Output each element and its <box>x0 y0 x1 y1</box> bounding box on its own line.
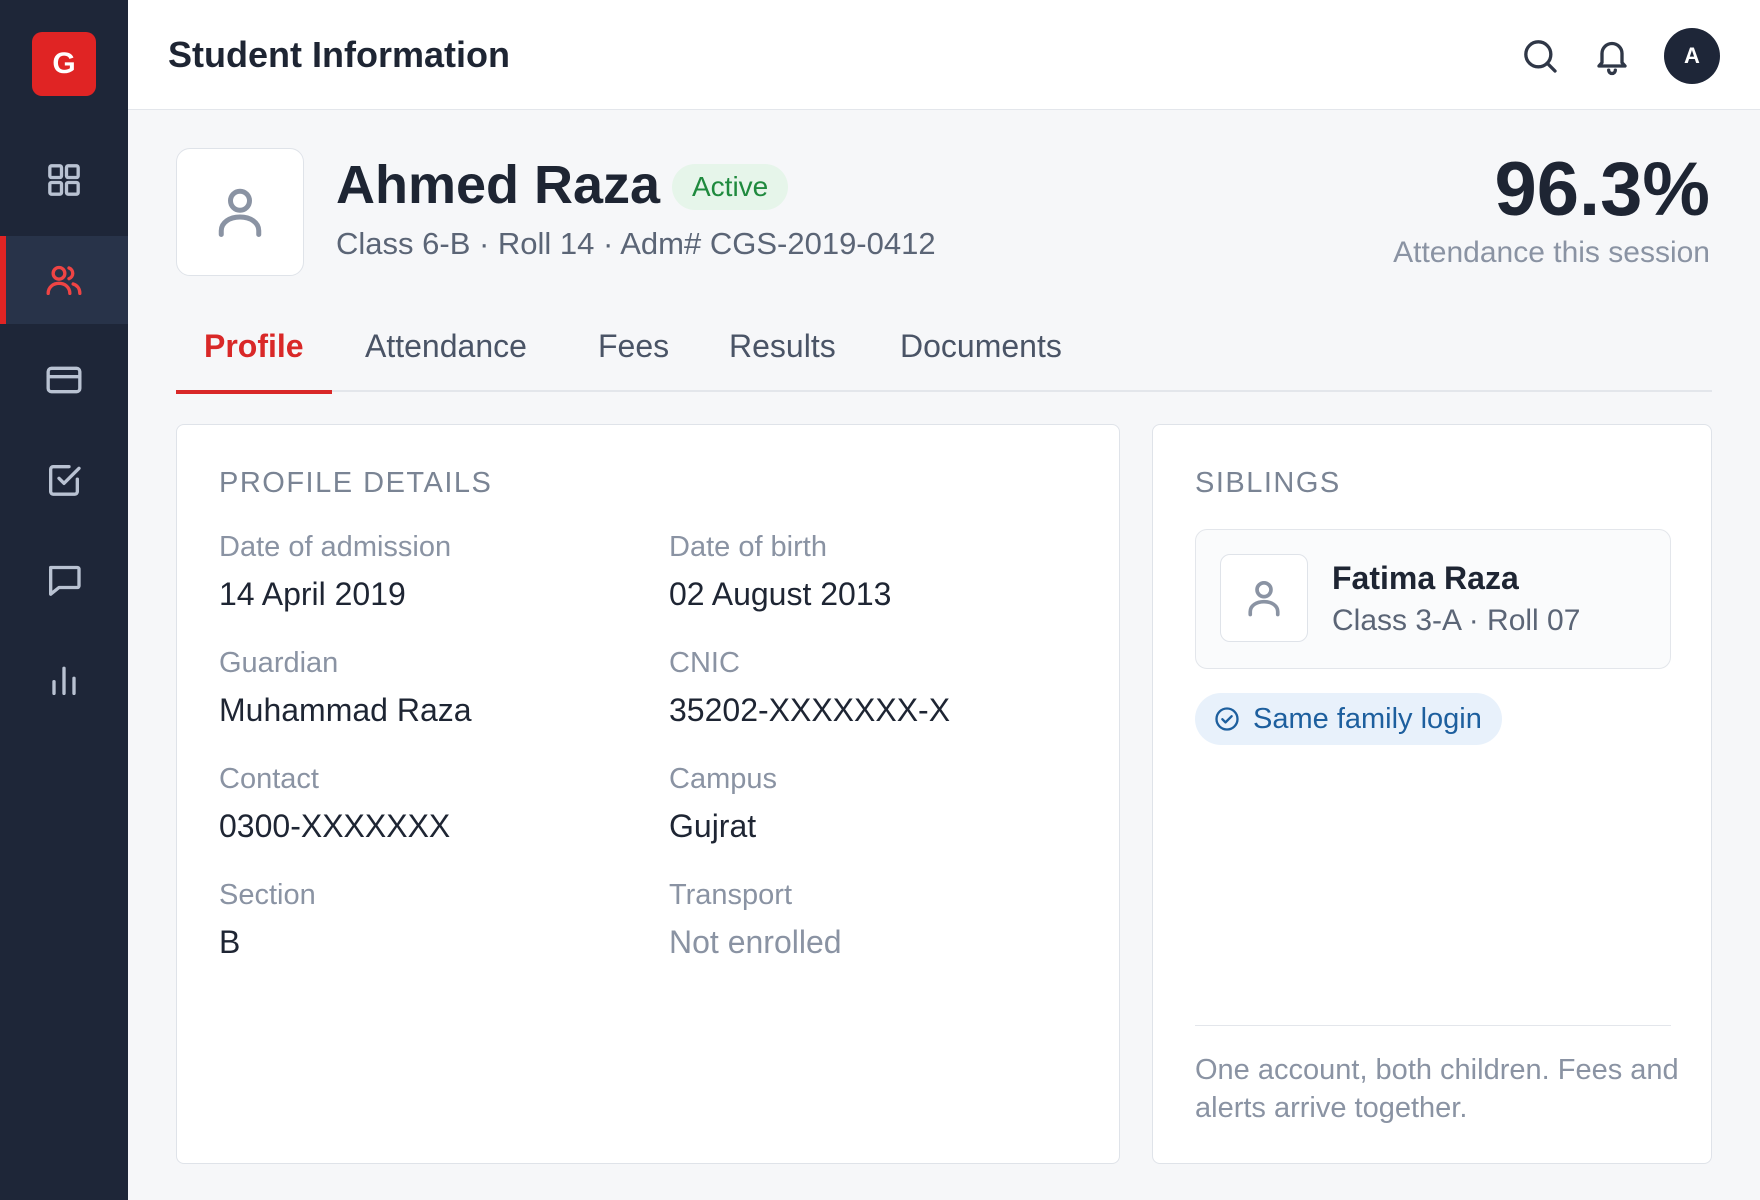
field-label: CNIC <box>669 647 740 679</box>
field-label: Section <box>219 879 316 911</box>
bar-chart-icon <box>52 666 76 695</box>
sibling-item[interactable]: Fatima Raza Class 3-A · Roll 07 <box>1195 529 1671 669</box>
credit-card-icon <box>46 366 82 394</box>
field-cnic: CNIC 35202-XXXXXXX-X <box>669 647 950 729</box>
sidebar-item-dashboard[interactable] <box>0 136 128 224</box>
field-label: Date of admission <box>219 531 452 563</box>
student-photo <box>176 148 304 276</box>
sidebar-item-tasks[interactable] <box>0 436 128 524</box>
field-value: Not enrolled <box>669 924 842 960</box>
field-value: 14 April 2019 <box>219 576 406 612</box>
field-value: 35202-XXXXXXX-X <box>669 692 951 728</box>
sidebar-item-fees[interactable] <box>0 336 128 424</box>
message-icon <box>49 565 81 596</box>
student-meta: Class 6-B · Roll 14 · Adm# CGS-2019-0412 <box>336 226 936 261</box>
divider <box>1195 1025 1671 1026</box>
attendance-label: Attendance this session <box>1393 236 1710 269</box>
field-label: Guardian <box>219 647 339 679</box>
grid-icon <box>48 164 80 196</box>
siblings-card: SIBLINGS Fatima Raza Class 3-A · Roll 07… <box>1152 424 1712 1164</box>
sidebar-item-messages[interactable] <box>0 536 128 624</box>
field-value: 0300-XXXXXXX <box>219 808 451 844</box>
sibling-photo <box>1220 554 1308 642</box>
search-button[interactable] <box>1518 34 1562 78</box>
check-circle-icon <box>1215 707 1239 731</box>
profile-details-title: PROFILE DETAILS <box>219 467 493 499</box>
student-name: Ahmed Raza <box>336 155 661 215</box>
student-tabs: Profile Attendance Fees Results Document… <box>176 322 1712 394</box>
field-label: Contact <box>219 763 319 795</box>
sibling-meta: Class 3-A · Roll 07 <box>1332 604 1581 637</box>
sibling-name: Fatima Raza <box>1332 560 1519 596</box>
field-contact: Contact 0300-XXXXXXX <box>219 763 450 845</box>
user-placeholder-icon <box>1248 580 1280 617</box>
field-section: Section B <box>219 879 316 961</box>
siblings-note: One account, both children. Fees and ale… <box>1195 1054 1679 1124</box>
field-value: 02 August 2013 <box>669 576 892 612</box>
attendance-percentage: 96.3% <box>1494 147 1711 232</box>
tab-attendance[interactable]: Attendance <box>365 328 527 392</box>
field-value: Muhammad Raza <box>219 692 472 728</box>
status-badge: Active <box>672 164 789 210</box>
tab-documents[interactable]: Documents <box>900 328 1062 392</box>
bell-icon <box>1597 41 1627 76</box>
user-avatar[interactable]: A <box>1664 28 1720 84</box>
sidebar: G <box>0 0 128 1200</box>
field-label: Transport <box>669 879 793 911</box>
field-value: Gujrat <box>669 808 757 844</box>
field-date-of-admission: Date of admission 14 April 2019 <box>219 531 451 613</box>
notifications-button[interactable] <box>1590 34 1634 78</box>
search-icon <box>1524 40 1557 73</box>
tab-profile[interactable]: Profile <box>176 328 332 394</box>
sidebar-item-reports[interactable] <box>0 636 128 724</box>
top-header: Student Information A <box>128 0 1760 110</box>
field-campus: Campus Gujrat <box>669 763 777 845</box>
field-label: Campus <box>669 763 777 795</box>
tab-fees[interactable]: Fees <box>598 328 669 392</box>
field-date-of-birth: Date of birth 02 August 2013 <box>669 531 891 613</box>
profile-details-card: PROFILE DETAILS Date of admission 14 Apr… <box>176 424 1120 1164</box>
check-square-icon <box>49 465 81 496</box>
siblings-title: SIBLINGS <box>1195 467 1341 499</box>
field-label: Date of birth <box>669 531 827 563</box>
field-value: B <box>219 924 241 960</box>
same-family-login-label: Same family login <box>1253 702 1482 735</box>
tab-results[interactable]: Results <box>729 328 836 392</box>
app-logo[interactable]: G <box>32 32 96 96</box>
field-guardian: Guardian Muhammad Raza <box>219 647 472 729</box>
user-placeholder-icon <box>218 188 262 237</box>
page-title: Student Information <box>168 34 510 75</box>
users-icon <box>46 265 82 295</box>
field-transport: Transport Not enrolled <box>669 879 842 961</box>
sidebar-item-students[interactable] <box>0 236 128 324</box>
same-family-login-chip[interactable]: Same family login <box>1195 693 1502 745</box>
